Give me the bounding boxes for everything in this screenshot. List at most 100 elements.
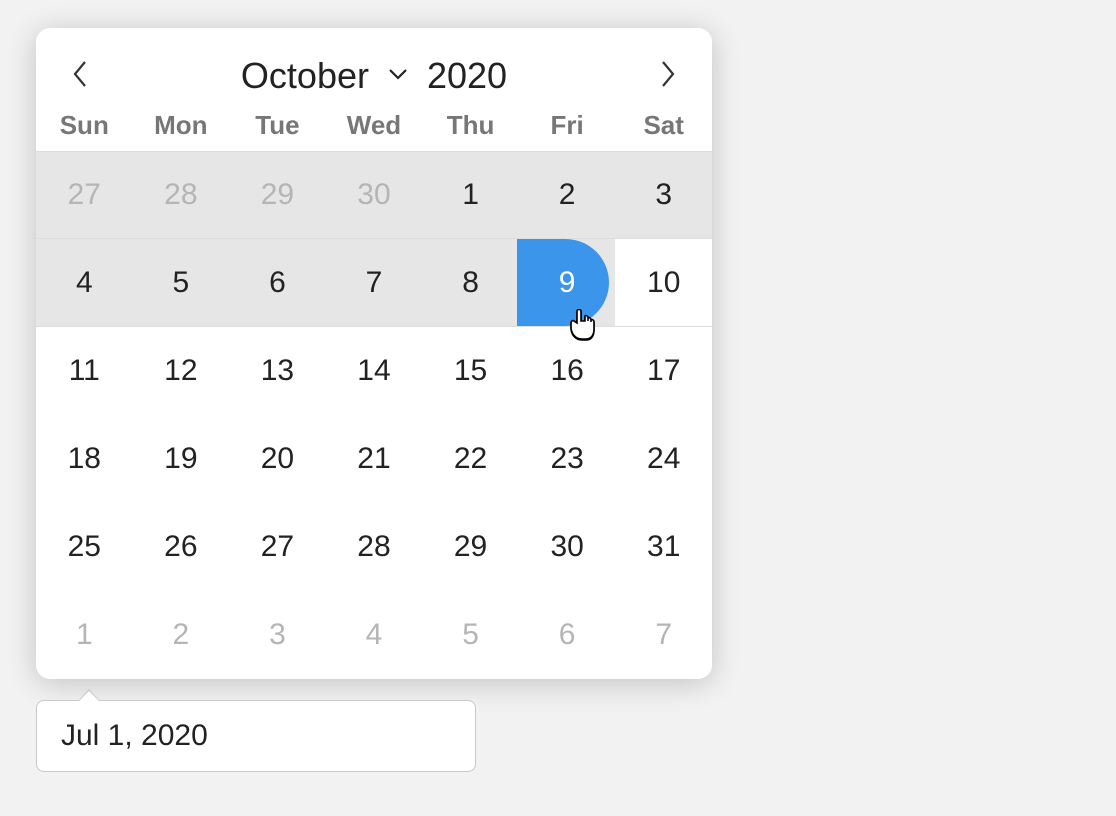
calendar-day[interactable]: 6: [519, 591, 616, 679]
calendar-day[interactable]: 5: [422, 591, 519, 679]
calendar-day[interactable]: 13: [229, 327, 326, 415]
calendar-day[interactable]: 25: [36, 503, 133, 591]
calendar-day[interactable]: 10: [615, 239, 712, 326]
calendar-day[interactable]: 1: [422, 152, 519, 238]
calendar-day[interactable]: 8: [422, 239, 519, 326]
calendar-week-row: 4 5 6 7 8 9 10: [36, 239, 712, 327]
calendar-day[interactable]: 21: [326, 415, 423, 503]
calendar-week-row: 18 19 20 21 22 23 24: [36, 415, 712, 503]
day-number: 8: [462, 266, 479, 300]
day-number: 18: [68, 442, 101, 476]
day-number: 11: [69, 354, 100, 388]
month-label: October: [241, 55, 369, 97]
calendar-day[interactable]: 2: [519, 152, 616, 238]
calendar-day[interactable]: 4: [326, 591, 423, 679]
day-number: 29: [261, 178, 294, 212]
date-input[interactable]: [36, 700, 476, 772]
calendar-day[interactable]: 19: [133, 415, 230, 503]
day-number: 3: [655, 178, 672, 212]
day-number: 16: [550, 354, 583, 388]
day-number: 22: [454, 442, 487, 476]
calendar-day[interactable]: 16: [519, 327, 616, 415]
calendar-week-row: 27 28 29 30 1 2 3: [36, 151, 712, 239]
calendar-day[interactable]: 12: [133, 327, 230, 415]
day-number: 28: [357, 530, 390, 564]
calendar-day[interactable]: 23: [519, 415, 616, 503]
weekday-header: Thu: [422, 110, 519, 141]
calendar-day[interactable]: 22: [422, 415, 519, 503]
weekday-header: Sat: [615, 110, 712, 141]
weekday-header-row: Sun Mon Tue Wed Thu Fri Sat: [36, 108, 712, 151]
weekday-header: Wed: [326, 110, 423, 141]
day-number: 9: [559, 266, 576, 300]
next-month-button[interactable]: [644, 52, 692, 100]
day-number: 29: [454, 530, 487, 564]
calendar-day[interactable]: 1: [36, 591, 133, 679]
day-number: 4: [76, 266, 93, 300]
day-number: 1: [76, 618, 93, 652]
day-number: 31: [647, 530, 680, 564]
calendar-day[interactable]: 28: [133, 152, 230, 238]
day-number: 24: [647, 442, 680, 476]
day-number: 27: [261, 530, 294, 564]
calendar-day[interactable]: 9: [519, 239, 616, 326]
day-number: 21: [357, 442, 390, 476]
calendar-day[interactable]: 15: [422, 327, 519, 415]
date-picker: October 2020 Sun Mon Tue Wed Thu Fri Sat…: [36, 28, 712, 679]
day-number: 7: [655, 618, 672, 652]
calendar-day[interactable]: 28: [326, 503, 423, 591]
weekday-header: Mon: [133, 110, 230, 141]
calendar-day[interactable]: 20: [229, 415, 326, 503]
calendar-header: October 2020: [36, 28, 712, 108]
calendar-day[interactable]: 17: [615, 327, 712, 415]
calendar-day[interactable]: 29: [229, 152, 326, 238]
day-number: 20: [261, 442, 294, 476]
calendar-day[interactable]: 2: [133, 591, 230, 679]
calendar-day[interactable]: 26: [133, 503, 230, 591]
day-number: 4: [366, 618, 383, 652]
calendar-day[interactable]: 30: [519, 503, 616, 591]
calendar-week-row: 1 2 3 4 5 6 7: [36, 591, 712, 679]
day-number: 10: [647, 266, 680, 300]
day-number: 26: [164, 530, 197, 564]
calendar-day[interactable]: 14: [326, 327, 423, 415]
calendar-day[interactable]: 3: [615, 152, 712, 238]
calendar-grid: 2728293012345678910111213141516171819202…: [36, 151, 712, 679]
calendar-day[interactable]: 31: [615, 503, 712, 591]
chevron-down-icon: [387, 67, 409, 86]
calendar-day[interactable]: 27: [36, 152, 133, 238]
calendar-day[interactable]: 29: [422, 503, 519, 591]
day-number: 19: [164, 442, 197, 476]
calendar-day[interactable]: 7: [615, 591, 712, 679]
year-label[interactable]: 2020: [427, 55, 507, 97]
day-number: 14: [357, 354, 390, 388]
prev-month-button[interactable]: [56, 52, 104, 100]
calendar-day[interactable]: 30: [326, 152, 423, 238]
day-number: 5: [173, 266, 190, 300]
chevron-right-icon: [659, 59, 677, 94]
calendar-day[interactable]: 6: [229, 239, 326, 326]
calendar-day[interactable]: 18: [36, 415, 133, 503]
calendar-day[interactable]: 7: [326, 239, 423, 326]
calendar-day[interactable]: 24: [615, 415, 712, 503]
calendar-day[interactable]: 4: [36, 239, 133, 326]
day-number: 1: [462, 178, 479, 212]
month-year-title: October 2020: [104, 55, 644, 97]
day-number: 15: [454, 354, 487, 388]
calendar-day[interactable]: 27: [229, 503, 326, 591]
calendar-week-row: 11 1213 14 15 16 17: [36, 327, 712, 415]
day-number: 7: [366, 266, 383, 300]
day-number: 27: [68, 178, 101, 212]
day-number: 23: [550, 442, 583, 476]
calendar-day[interactable]: 5: [133, 239, 230, 326]
month-select[interactable]: October: [241, 55, 409, 97]
day-number: 28: [164, 178, 197, 212]
weekday-header: Sun: [36, 110, 133, 141]
day-number: 3: [269, 618, 286, 652]
popover-arrow-icon: [78, 689, 100, 701]
calendar-day[interactable]: 11: [36, 327, 133, 415]
calendar-day[interactable]: 3: [229, 591, 326, 679]
day-number: 5: [462, 618, 479, 652]
weekday-header: Fri: [519, 110, 616, 141]
calendar-week-row: 25 26 27 28 29 30 31: [36, 503, 712, 591]
